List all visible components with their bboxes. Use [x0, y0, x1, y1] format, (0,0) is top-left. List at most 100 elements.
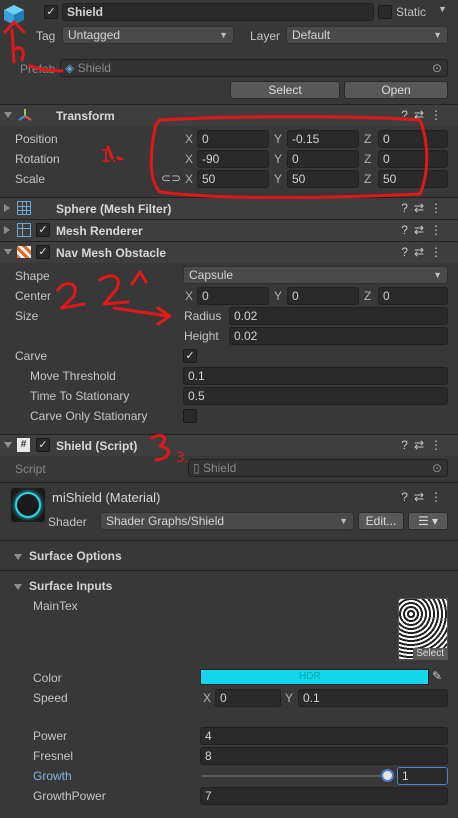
- chevron-down-icon: ▼: [219, 30, 228, 40]
- layer-dropdown[interactable]: Default ▼: [286, 26, 448, 44]
- obstacle-icon: [17, 246, 31, 258]
- static-dropdown-icon[interactable]: ▼: [438, 4, 447, 14]
- fold-open-icon[interactable]: [14, 584, 22, 590]
- growthpower-field[interactable]: 7: [200, 787, 448, 805]
- fresnel-field[interactable]: 8: [200, 747, 448, 765]
- position-y-field[interactable]: -0.15: [287, 130, 359, 148]
- prefab-open-button[interactable]: Open: [344, 81, 448, 99]
- center-label: Center: [15, 289, 52, 303]
- nav-obstacle-title: Nav Mesh Obstacle: [56, 246, 167, 260]
- shader-dropdown[interactable]: Shader Graphs/Shield ▼: [100, 512, 354, 530]
- surface-inputs-header[interactable]: Surface Inputs: [0, 577, 458, 597]
- rotation-z-field[interactable]: 0: [378, 150, 448, 168]
- carve-label: Carve: [15, 349, 48, 363]
- prefab-field[interactable]: ◈ Shield ⊙: [60, 59, 448, 77]
- mesh-filter-title: Sphere (Mesh Filter): [56, 202, 172, 216]
- speed-x-field[interactable]: 0: [215, 689, 281, 707]
- position-label: Position: [15, 132, 58, 146]
- active-checkbox[interactable]: ✓: [44, 5, 58, 19]
- power-label: Power: [33, 729, 68, 743]
- component-menu-icons[interactable]: ?⇄⋮: [401, 223, 448, 237]
- surface-options-header[interactable]: Surface Options: [0, 547, 458, 567]
- tag-dropdown[interactable]: Untagged ▼: [62, 26, 234, 44]
- hdr-badge: HDR: [299, 671, 321, 682]
- shader-list-button[interactable]: ☰ ▾: [408, 512, 448, 530]
- axis-z: Z: [364, 172, 372, 186]
- nav-obstacle-enabled-checkbox[interactable]: ✓: [36, 245, 50, 259]
- position-x-field[interactable]: 0: [197, 130, 269, 148]
- axis-y: Y: [285, 691, 294, 705]
- growth-slider-handle[interactable]: [381, 769, 394, 782]
- static-checkbox[interactable]: [378, 5, 392, 19]
- rotation-y-field[interactable]: 0: [287, 150, 359, 168]
- static-label: Static: [396, 5, 427, 19]
- material-menu-icons[interactable]: ?⇄⋮: [401, 490, 448, 504]
- axis-z: Z: [364, 152, 372, 166]
- growth-field[interactable]: 1: [397, 767, 448, 785]
- script-header[interactable]: # ✓ Shield (Script) ?⇄⋮: [0, 434, 458, 456]
- component-menu-icons[interactable]: ?⇄⋮: [401, 108, 448, 122]
- shape-value: Capsule: [189, 268, 234, 282]
- center-z-field[interactable]: 0: [378, 287, 448, 305]
- object-name-field[interactable]: Shield: [62, 3, 374, 21]
- list-icon: ☰ ▾: [417, 514, 439, 528]
- prefab-select-button[interactable]: Select: [230, 81, 340, 99]
- fold-open-icon[interactable]: [4, 112, 12, 118]
- speed-y-field[interactable]: 0.1: [298, 689, 448, 707]
- axis-z: Z: [364, 289, 372, 303]
- target-icon[interactable]: ⊙: [432, 460, 442, 476]
- chevron-down-icon: ▼: [339, 516, 348, 526]
- transform-icon: [18, 108, 32, 122]
- carve-only-stationary-checkbox[interactable]: [183, 409, 197, 423]
- color-swatch[interactable]: HDR: [200, 669, 429, 685]
- transform-header[interactable]: Transform ?⇄⋮: [0, 104, 458, 126]
- script-field[interactable]: ▯ Shield ⊙: [188, 459, 448, 477]
- mesh-renderer-header[interactable]: ✓ Mesh Renderer ?⇄⋮: [0, 219, 458, 241]
- mesh-renderer-icon: [17, 223, 31, 237]
- height-field[interactable]: 0.02: [229, 327, 448, 345]
- axis-x: X: [185, 132, 194, 146]
- maintex-select-label[interactable]: Select: [413, 648, 447, 659]
- center-x-field[interactable]: 0: [197, 287, 269, 305]
- scale-y-field[interactable]: 50: [287, 170, 359, 188]
- component-menu-icons[interactable]: ?⇄⋮: [401, 438, 448, 452]
- time-to-stationary-label: Time To Stationary: [30, 389, 130, 403]
- shader-edit-button[interactable]: Edit...: [358, 512, 404, 530]
- scale-z-field[interactable]: 50: [378, 170, 448, 188]
- axis-y: Y: [274, 289, 283, 303]
- mesh-renderer-enabled-checkbox[interactable]: ✓: [36, 223, 50, 237]
- radius-field[interactable]: 0.02: [229, 307, 448, 325]
- script-value: Shield: [202, 461, 237, 475]
- rotation-x-field[interactable]: -90: [197, 150, 269, 168]
- fold-open-icon[interactable]: [4, 249, 12, 255]
- growth-slider-track[interactable]: [202, 775, 388, 777]
- axis-x: X: [185, 152, 194, 166]
- growthpower-label: GrowthPower: [33, 789, 106, 803]
- scale-x-field[interactable]: 50: [197, 170, 269, 188]
- layer-value: Default: [292, 28, 331, 42]
- fold-closed-icon[interactable]: [4, 204, 10, 212]
- fold-open-icon[interactable]: [4, 442, 12, 448]
- move-threshold-field[interactable]: 0.1: [183, 367, 448, 385]
- divider: [0, 540, 458, 541]
- eyedropper-icon[interactable]: ✎: [432, 669, 442, 683]
- position-z-field[interactable]: 0: [378, 130, 448, 148]
- maintex-thumbnail[interactable]: Select: [398, 598, 448, 660]
- fold-open-icon[interactable]: [14, 554, 22, 560]
- link-icon[interactable]: ⊂⊃: [161, 171, 181, 185]
- prefab-value: Shield: [77, 61, 111, 75]
- component-menu-icons[interactable]: ?⇄⋮: [401, 245, 448, 259]
- shape-label: Shape: [15, 269, 50, 283]
- time-to-stationary-field[interactable]: 0.5: [183, 387, 448, 405]
- mesh-filter-header[interactable]: Sphere (Mesh Filter) ?⇄⋮: [0, 197, 458, 219]
- script-enabled-checkbox[interactable]: ✓: [36, 438, 50, 452]
- fold-closed-icon[interactable]: [4, 226, 10, 234]
- shape-dropdown[interactable]: Capsule ▼: [183, 266, 448, 284]
- power-field[interactable]: 4: [200, 727, 448, 745]
- chevron-down-icon: ▼: [433, 30, 442, 40]
- component-menu-icons[interactable]: ?⇄⋮: [401, 201, 448, 215]
- target-icon[interactable]: ⊙: [432, 60, 442, 76]
- nav-obstacle-header[interactable]: ✓ Nav Mesh Obstacle ?⇄⋮: [0, 241, 458, 263]
- center-y-field[interactable]: 0: [287, 287, 359, 305]
- carve-checkbox[interactable]: ✓: [183, 349, 197, 363]
